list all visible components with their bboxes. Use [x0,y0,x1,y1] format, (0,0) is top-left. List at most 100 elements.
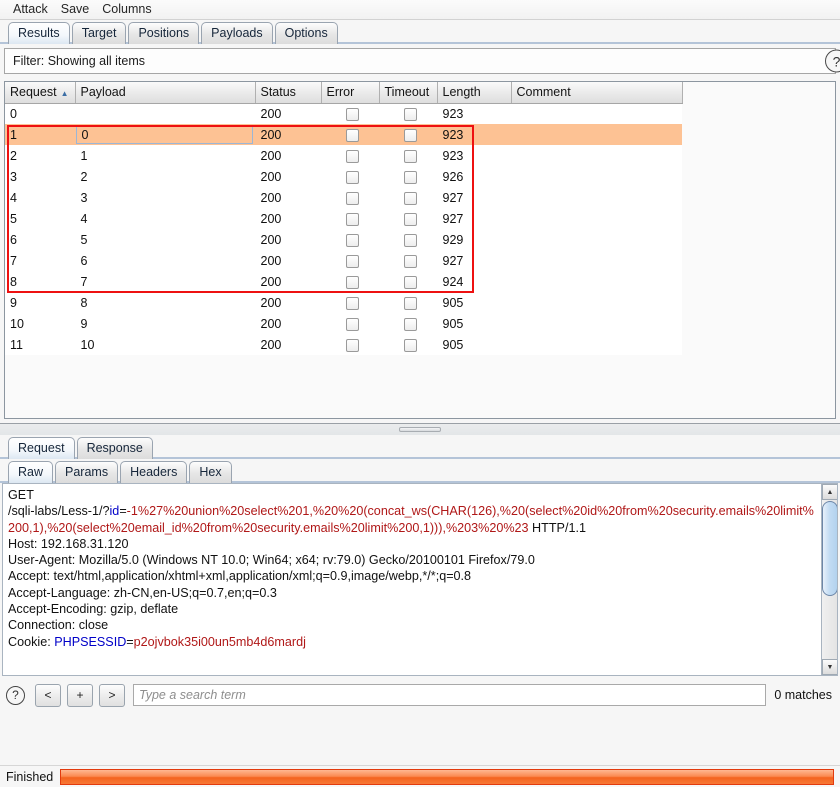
cell-comment[interactable] [511,229,682,250]
cell-request[interactable]: 6 [5,229,75,250]
table-row[interactable]: 9 8 200 905 [5,292,682,313]
tab-results[interactable]: Results [8,22,70,44]
tab-positions[interactable]: Positions [128,22,200,44]
cell-timeout[interactable] [379,292,437,313]
cell-status[interactable]: 200 [255,208,321,229]
cell-timeout[interactable] [379,271,437,292]
cell-status[interactable]: 200 [255,334,321,355]
timeout-checkbox[interactable] [404,170,417,184]
cell-status[interactable]: 200 [255,145,321,166]
error-checkbox[interactable] [346,149,359,163]
cell-length[interactable]: 923 [437,103,511,124]
timeout-checkbox[interactable] [404,275,417,289]
column-header-status[interactable]: Status [255,82,322,104]
cell-length[interactable]: 924 [437,271,511,292]
cell-error[interactable] [321,103,379,124]
search-prev-button[interactable]: < [35,683,61,707]
cell-timeout[interactable] [379,313,437,334]
cell-comment[interactable] [511,250,682,271]
cell-length[interactable]: 929 [437,229,511,250]
cell-timeout[interactable] [379,208,437,229]
tab-target[interactable]: Target [71,22,127,44]
error-checkbox[interactable] [346,317,359,331]
column-header-comment[interactable]: Comment [511,82,683,104]
cell-request[interactable]: 9 [5,292,75,313]
cell-request[interactable]: 1 [5,124,75,145]
cell-status[interactable]: 200 [255,313,321,334]
tab-response[interactable]: Response [76,437,153,459]
cell-comment[interactable] [511,187,682,208]
timeout-checkbox[interactable] [404,212,417,226]
timeout-checkbox[interactable] [404,338,417,352]
question-circle-icon[interactable]: ? [6,685,25,705]
tab-raw[interactable]: Raw [8,461,54,483]
error-checkbox[interactable] [346,233,359,247]
timeout-checkbox[interactable] [404,233,417,247]
cell-error[interactable] [321,313,379,334]
timeout-checkbox[interactable] [404,296,417,310]
column-header-payload[interactable]: Payload [75,82,256,104]
menu-item-attack[interactable]: Attack [7,1,54,18]
tab-headers[interactable]: Headers [120,461,188,483]
column-header-request[interactable]: Request ▲ [5,82,76,104]
cell-request[interactable]: 8 [5,271,75,292]
cell-error[interactable] [321,166,379,187]
cell-error[interactable] [321,271,379,292]
timeout-checkbox[interactable] [404,191,417,205]
table-row[interactable]: 10 9 200 905 [5,313,682,334]
cell-payload[interactable]: 9 [75,313,255,334]
search-next-button[interactable]: > [99,683,125,707]
table-row[interactable]: 5 4 200 927 [5,208,682,229]
table-row[interactable]: 11 10 200 905 [5,334,682,355]
cell-status[interactable]: 200 [255,124,321,145]
table-row[interactable]: 0 200 923 [5,103,682,124]
scroll-up-arrow-icon[interactable]: ▲ [822,484,837,500]
error-checkbox[interactable] [346,107,359,121]
cell-request[interactable]: 7 [5,250,75,271]
table-row[interactable]: 3 2 200 926 [5,166,682,187]
cell-payload-focus[interactable]: 0 [75,125,253,144]
scroll-down-arrow-icon[interactable]: ▼ [822,659,837,675]
column-header-length[interactable]: Length [437,82,512,104]
cell-comment[interactable] [511,271,682,292]
cell-payload[interactable]: 8 [75,292,255,313]
error-checkbox[interactable] [346,191,359,205]
cell-status[interactable]: 200 [255,187,321,208]
cell-request[interactable]: 5 [5,208,75,229]
cell-comment[interactable] [511,124,682,145]
cell-error[interactable] [321,145,379,166]
cell-payload[interactable]: 10 [75,334,255,355]
cell-payload[interactable]: 7 [75,271,255,292]
timeout-checkbox[interactable] [404,317,417,331]
cell-payload[interactable] [75,103,255,124]
tab-hex[interactable]: Hex [189,461,232,483]
cell-length[interactable]: 905 [437,334,511,355]
cell-comment[interactable] [511,208,682,229]
raw-request-text[interactable]: GET /sqli-labs/Less-1/?id=-1%27%20union%… [3,484,837,650]
cell-timeout[interactable] [379,124,437,145]
error-checkbox[interactable] [346,128,359,142]
cell-comment[interactable] [511,292,682,313]
cell-request[interactable]: 11 [5,334,75,355]
cell-timeout[interactable] [379,229,437,250]
cell-payload[interactable]: 0 [75,124,255,145]
cell-payload[interactable]: 3 [75,187,255,208]
cell-timeout[interactable] [379,250,437,271]
cell-request[interactable]: 10 [5,313,75,334]
cell-payload[interactable]: 1 [75,145,255,166]
scrollbar-thumb[interactable] [822,501,837,596]
cell-comment[interactable] [511,166,682,187]
search-input[interactable] [133,684,767,706]
cell-payload[interactable]: 2 [75,166,255,187]
menu-item-save[interactable]: Save [55,1,96,18]
cell-length[interactable]: 927 [437,187,511,208]
tab-options[interactable]: Options [274,22,338,44]
error-checkbox[interactable] [346,296,359,310]
table-row[interactable]: 4 3 200 927 [5,187,682,208]
cell-status[interactable]: 200 [255,103,321,124]
cell-error[interactable] [321,124,379,145]
filter-bar[interactable]: Filter: Showing all items ? [4,48,840,74]
error-checkbox[interactable] [346,275,359,289]
raw-request-viewer[interactable]: GET /sqli-labs/Less-1/?id=-1%27%20union%… [2,483,838,676]
tab-payloads[interactable]: Payloads [201,22,273,44]
